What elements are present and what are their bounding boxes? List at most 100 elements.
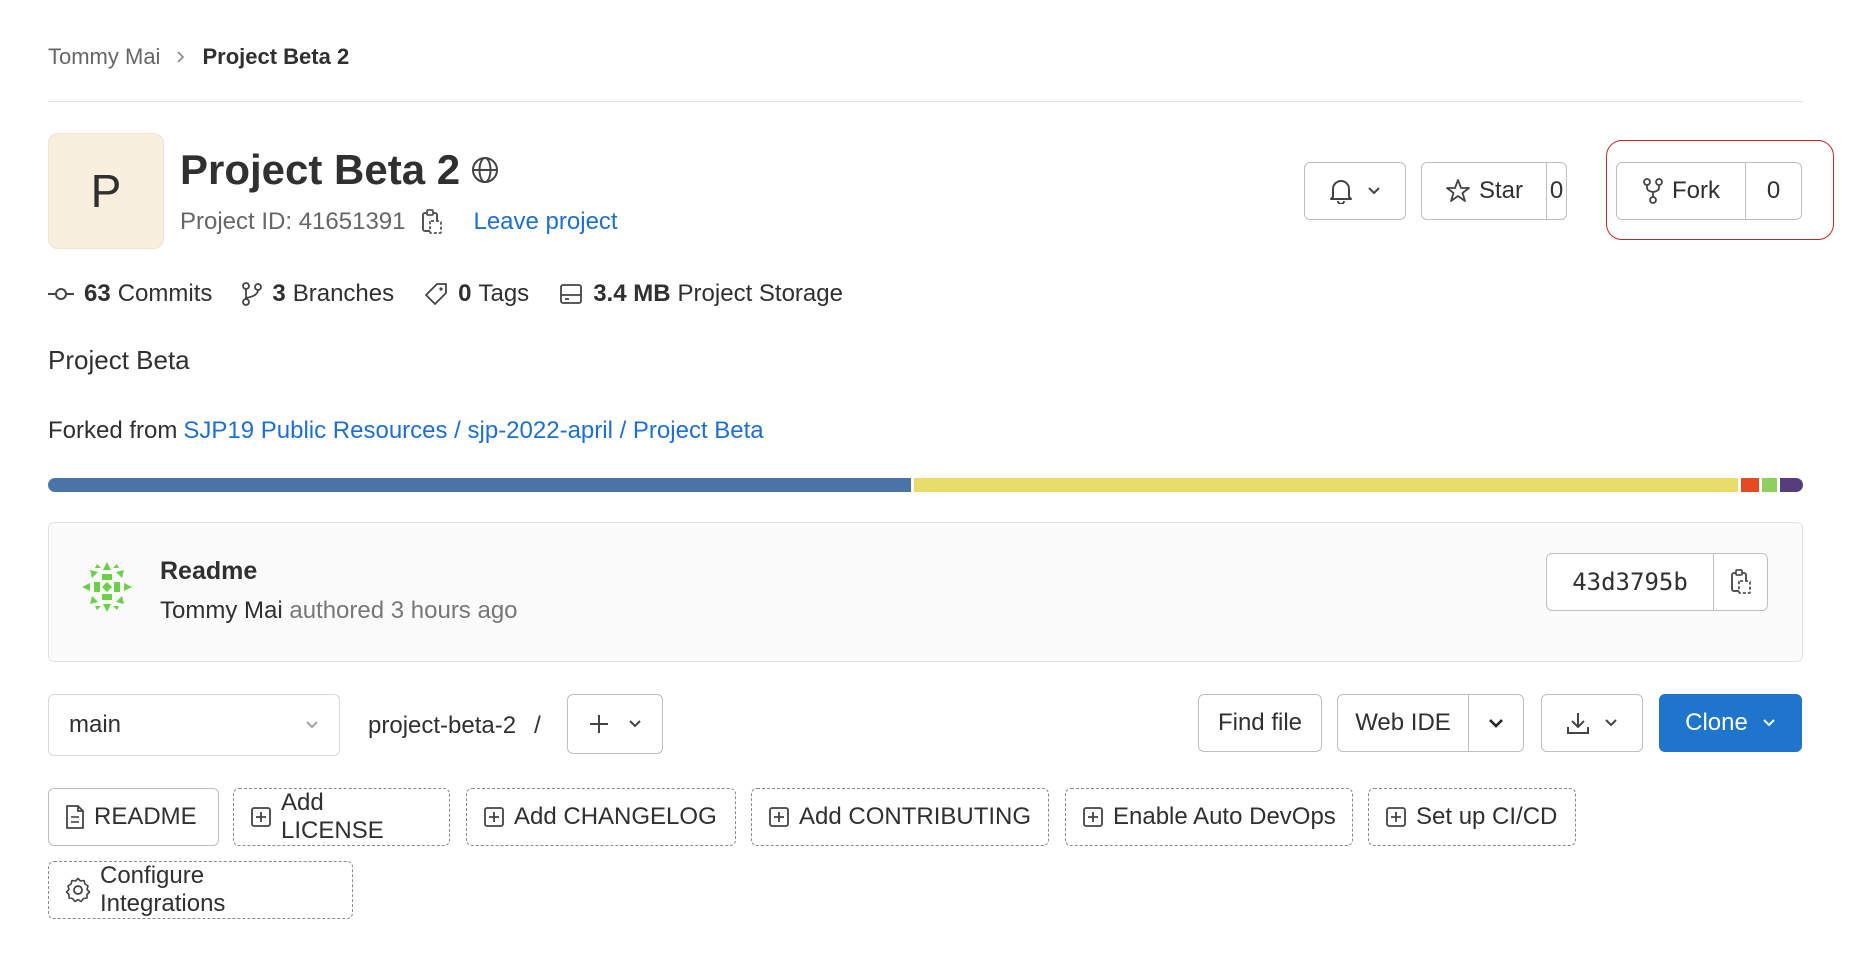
breadcrumb: Tommy Mai Project Beta 2: [48, 44, 349, 70]
forked-from: Forked from SJP19 Public Resources / sjp…: [48, 417, 764, 445]
path-separator: /: [534, 712, 541, 739]
plus-square-icon: [1082, 806, 1104, 828]
find-file-button[interactable]: Find file: [1198, 694, 1322, 752]
configure-integrations-button[interactable]: Configure Integrations: [48, 861, 353, 919]
star-label: Star: [1478, 177, 1523, 204]
storage-stat[interactable]: 3.4 MB Project Storage: [559, 280, 843, 308]
copy-icon: [1730, 569, 1752, 595]
storage-size: 3.4 MB: [593, 280, 671, 307]
chevron-down-icon: [1367, 186, 1381, 196]
plus-square-icon: [1385, 806, 1407, 828]
commit-time: authored 3 hours ago: [289, 597, 518, 624]
branches-label: Branches: [292, 280, 395, 307]
tags-count: 0: [458, 280, 472, 307]
star-icon: [1445, 178, 1471, 204]
storage-icon: [559, 283, 593, 305]
tag-icon: [424, 282, 458, 306]
project-stats: 63 Commits 3 Branches 0 Tags 3.4 MB Proj…: [48, 280, 873, 308]
readme-button[interactable]: README: [48, 788, 219, 846]
add-license-button[interactable]: Add LICENSE: [233, 788, 450, 846]
commits-label: Commits: [117, 280, 213, 307]
plus-icon: [588, 713, 610, 735]
web-ide-group: Web IDE: [1337, 694, 1524, 752]
copy-icon[interactable]: [421, 209, 443, 235]
web-ide-dropdown-toggle[interactable]: [1469, 695, 1523, 751]
branch-selector[interactable]: main: [48, 694, 340, 756]
language-segment: [48, 478, 911, 492]
commits-count: 63: [84, 280, 111, 307]
download-dropdown[interactable]: [1541, 694, 1643, 752]
path-root-link[interactable]: project-beta-2: [368, 712, 516, 740]
commit-sha-group: 43d3795b: [1546, 553, 1768, 611]
configure-integrations-label: Configure Integrations: [100, 862, 226, 917]
header-divider: [48, 101, 1803, 102]
chevron-down-icon: [305, 720, 319, 730]
fork-annotation-highlight: [1606, 140, 1834, 240]
branches-count: 3: [272, 280, 286, 307]
setup-cicd-button[interactable]: Set up CI/CD: [1368, 788, 1576, 846]
commit-sha[interactable]: 43d3795b: [1547, 554, 1713, 610]
commit-icon: [48, 287, 84, 301]
add-to-tree-dropdown[interactable]: [567, 694, 663, 754]
clone-dropdown-button[interactable]: Clone: [1659, 694, 1802, 752]
last-commit-card: [48, 522, 1803, 662]
forked-from-prefix: Forked from: [48, 417, 178, 444]
repository-language-bar[interactable]: [48, 478, 1803, 492]
enable-auto-devops-button[interactable]: Enable Auto DevOps: [1065, 788, 1353, 846]
add-license-label: Add LICENSE: [281, 789, 384, 844]
language-segment: [913, 478, 1739, 492]
commit-author[interactable]: Tommy Mai: [160, 597, 283, 624]
project-title: Project Beta 2: [180, 146, 461, 193]
gear-icon: [65, 877, 91, 903]
download-icon: [1566, 711, 1590, 735]
leave-project-link[interactable]: Leave project: [473, 208, 617, 236]
plus-square-icon: [483, 806, 505, 828]
language-segment: [1761, 478, 1778, 492]
star-button-group: Star 0: [1421, 162, 1567, 220]
project-meta: Project ID: 41651391 Leave project: [180, 208, 618, 236]
clone-label: Clone: [1685, 709, 1748, 736]
forked-from-link[interactable]: SJP19 Public Resources / sjp-2022-april …: [183, 417, 763, 445]
chevron-down-icon: [1604, 718, 1618, 728]
commit-title[interactable]: Readme: [160, 557, 257, 586]
add-contributing-button[interactable]: Add CONTRIBUTING: [751, 788, 1049, 846]
commits-stat[interactable]: 63 Commits: [48, 280, 212, 308]
notification-dropdown[interactable]: [1304, 162, 1406, 220]
copy-sha-button[interactable]: [1714, 554, 1767, 610]
tags-stat[interactable]: 0 Tags: [424, 280, 529, 308]
add-changelog-button[interactable]: Add CHANGELOG: [466, 788, 736, 846]
breadcrumb-current[interactable]: Project Beta 2: [202, 44, 349, 70]
bell-icon: [1329, 178, 1353, 204]
project-avatar: P: [48, 133, 164, 249]
branch-name: main: [69, 711, 122, 738]
branches-stat[interactable]: 3 Branches: [242, 280, 394, 308]
project-description: Project Beta: [48, 345, 190, 375]
plus-square-icon: [768, 806, 790, 828]
file-icon: [65, 804, 85, 830]
commit-meta: Tommy Mai authored 3 hours ago: [160, 597, 518, 625]
star-button[interactable]: Star: [1422, 163, 1546, 219]
language-segment: [1780, 478, 1803, 492]
branch-icon: [242, 282, 272, 306]
language-segment: [1741, 478, 1759, 492]
chevron-down-icon: [1488, 718, 1504, 728]
add-contributing-label: Add CONTRIBUTING: [799, 803, 1032, 830]
readme-label: README: [94, 803, 197, 830]
web-ide-button[interactable]: Web IDE: [1338, 695, 1468, 751]
project-id: Project ID: 41651391: [180, 208, 406, 235]
add-changelog-label: Add CHANGELOG: [514, 803, 717, 830]
breadcrumb-parent-link[interactable]: Tommy Mai: [48, 44, 160, 70]
globe-icon: [470, 155, 500, 185]
storage-label: Project Storage: [677, 280, 843, 307]
commit-author-avatar[interactable]: [80, 560, 134, 614]
project-title-row: Project Beta 2: [180, 146, 500, 194]
setup-cicd-label: Set up CI/CD: [1416, 803, 1558, 830]
enable-auto-devops-label: Enable Auto DevOps: [1113, 803, 1336, 830]
chevron-down-icon: [1762, 718, 1776, 728]
plus-square-icon: [250, 806, 272, 828]
star-count[interactable]: 0: [1547, 163, 1566, 219]
repository-path: project-beta-2 /: [368, 712, 541, 740]
chevron-down-icon: [628, 719, 642, 729]
tags-label: Tags: [478, 280, 530, 307]
chevron-right-icon: [170, 50, 192, 64]
